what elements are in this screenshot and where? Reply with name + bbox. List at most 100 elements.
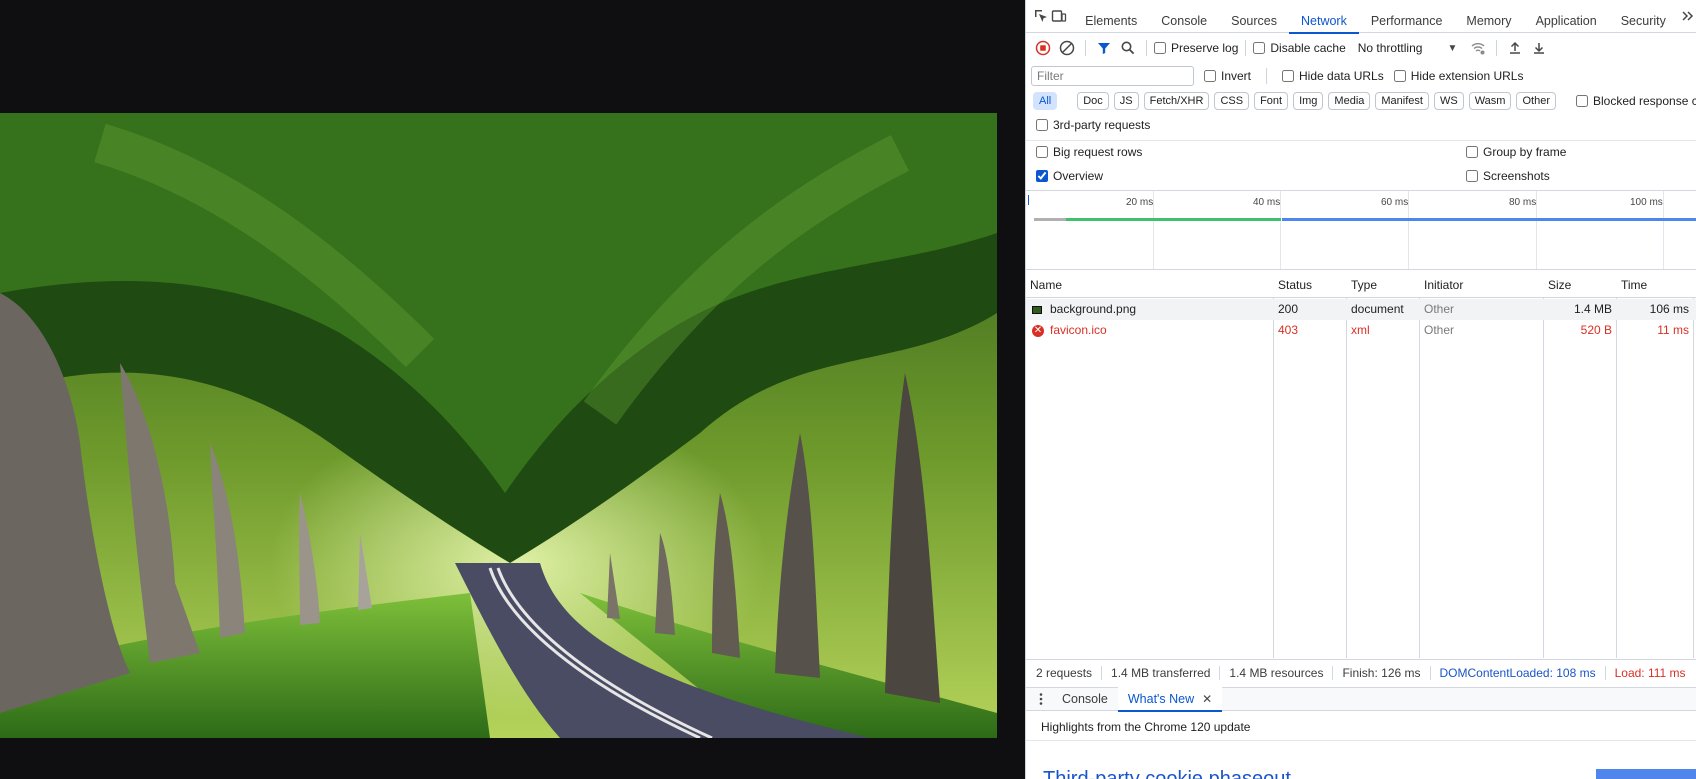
hide-extension-urls-input[interactable] [1393, 70, 1406, 82]
error-icon: ✕ [1032, 324, 1044, 337]
big-request-rows-input[interactable] [1036, 146, 1048, 158]
network-overview-timeline[interactable]: 20 ms 40 ms 60 ms 80 ms 100 ms [1026, 190, 1696, 270]
request-name: background.png [1050, 302, 1137, 316]
tab-security[interactable]: Security [1609, 0, 1678, 33]
third-party-input[interactable] [1036, 119, 1048, 131]
filter-funnel-icon[interactable] [1093, 37, 1115, 59]
network-summary-bar: 2 requests 1.4 MB transferred 1.4 MB res… [1026, 659, 1696, 686]
disable-cache-input[interactable] [1253, 42, 1266, 54]
preserve-log-checkbox[interactable]: Preserve log [1154, 41, 1238, 55]
export-har-icon[interactable] [1528, 37, 1550, 59]
type-chip-ws[interactable]: WS [1433, 92, 1464, 110]
invert-label: Invert [1221, 69, 1252, 83]
clear-icon[interactable] [1056, 37, 1078, 59]
device-toolbar-icon[interactable] [1050, 5, 1068, 27]
type-chip-manifest[interactable]: Manifest [1375, 92, 1429, 110]
group-by-frame-checkbox[interactable]: Group by frame [1466, 145, 1566, 159]
tab-sources[interactable]: Sources [1219, 0, 1289, 33]
invert-input[interactable] [1204, 70, 1216, 82]
toolbar-divider [1085, 40, 1086, 56]
screenshots-input[interactable] [1466, 170, 1478, 182]
drawer-tab-whats-new-label: What's New [1127, 692, 1195, 706]
more-tabs-icon[interactable] [1678, 5, 1696, 27]
header-status[interactable]: Status [1274, 272, 1346, 298]
whats-new-highlights: Highlights from the Chrome 120 update [1041, 720, 1251, 734]
big-request-rows-checkbox[interactable]: Big request rows [1036, 145, 1142, 159]
row-name-cell: ✕ favicon.ico [1026, 320, 1273, 341]
third-party-row: 3rd-party requests [1026, 114, 1696, 136]
displayed-image [0, 113, 997, 738]
network-conditions-icon[interactable] [1467, 37, 1489, 59]
whats-new-thumbnail [1596, 769, 1696, 779]
type-chip-font[interactable]: Font [1254, 92, 1289, 110]
hide-extension-urls-checkbox[interactable]: Hide extension URLs [1393, 69, 1523, 83]
disable-cache-checkbox[interactable]: Disable cache [1253, 41, 1346, 55]
tree-tunnel-photo [0, 113, 997, 738]
request-status: 403 [1278, 323, 1299, 337]
blocked-cookies-input[interactable] [1575, 95, 1588, 107]
throttling-value: No throttling [1357, 41, 1423, 55]
drawer-tab-whats-new[interactable]: What's New ✕ [1117, 687, 1223, 712]
overview-checkbox[interactable]: Overview [1036, 169, 1142, 183]
header-name[interactable]: Name [1026, 272, 1273, 298]
table-row[interactable]: ✕ favicon.ico 403 xml Other 520 B 11 ms [1026, 320, 1696, 341]
drawer-tab-console[interactable]: Console [1052, 687, 1118, 711]
type-chip-fetch-xhr[interactable]: Fetch/XHR [1143, 92, 1210, 110]
overview-gridline [1663, 191, 1664, 269]
request-time: 11 ms [1657, 323, 1689, 337]
filter-input[interactable] [1031, 66, 1194, 86]
record-stop-icon[interactable] [1032, 37, 1054, 59]
type-chip-media[interactable]: Media [1328, 92, 1371, 110]
drawer-tab-bar: Console What's New ✕ [1026, 687, 1696, 712]
tab-memory[interactable]: Memory [1454, 0, 1523, 33]
hide-data-urls-input[interactable] [1282, 70, 1295, 82]
close-icon[interactable]: ✕ [1202, 687, 1212, 711]
preserve-log-input[interactable] [1154, 42, 1166, 54]
tab-application[interactable]: Application [1524, 0, 1609, 33]
big-request-rows-label: Big request rows [1053, 145, 1143, 159]
request-name: favicon.ico [1050, 323, 1107, 337]
overview-tick-label: 80 ms [1509, 197, 1537, 208]
blocked-cookies-label: Blocked response cookies [1592, 94, 1696, 108]
type-chip-js[interactable]: JS [1113, 92, 1139, 110]
image-viewer [0, 0, 1025, 779]
hide-data-urls-label: Hide data URLs [1299, 69, 1384, 83]
invert-checkbox[interactable]: Invert [1204, 69, 1251, 83]
toolbar-divider [1146, 40, 1147, 56]
drawer-menu-icon[interactable] [1030, 688, 1052, 710]
whats-new-panel: Highlights from the Chrome 120 update Th… [1026, 712, 1696, 779]
type-chip-img[interactable]: Img [1293, 92, 1324, 110]
screenshots-checkbox[interactable]: Screenshots [1466, 169, 1566, 183]
tab-elements[interactable]: Elements [1073, 0, 1149, 33]
type-chip-doc[interactable]: Doc [1077, 92, 1109, 110]
inspect-element-icon[interactable] [1032, 5, 1050, 27]
resource-type-filters: All Doc JS Fetch/XHR CSS Font Img Media … [1026, 89, 1696, 113]
whats-new-heading[interactable]: Third-party cookie phaseout [1043, 768, 1291, 779]
header-initiator[interactable]: Initiator [1420, 272, 1543, 298]
group-by-frame-label: Group by frame [1483, 145, 1567, 159]
type-chip-other[interactable]: Other [1516, 92, 1556, 110]
header-size[interactable]: Size [1544, 272, 1616, 298]
search-icon[interactable] [1117, 37, 1139, 59]
type-chip-wasm[interactable]: Wasm [1468, 92, 1512, 110]
request-size: 520 B [1580, 323, 1612, 337]
third-party-checkbox[interactable]: 3rd-party requests [1036, 118, 1150, 132]
tab-performance[interactable]: Performance [1359, 0, 1455, 33]
overview-cursor [1028, 195, 1029, 205]
dropdown-arrow-icon: ▼ [1447, 42, 1458, 54]
header-time[interactable]: Time [1617, 272, 1693, 298]
table-row[interactable]: background.png 200 document Other 1.4 MB… [1026, 299, 1696, 320]
overview-input[interactable] [1036, 170, 1048, 182]
hide-data-urls-checkbox[interactable]: Hide data URLs [1282, 69, 1384, 83]
disable-cache-label: Disable cache [1270, 41, 1346, 55]
throttling-select[interactable]: No throttling ▼ [1358, 41, 1458, 55]
blocked-cookies-checkbox[interactable]: Blocked response cookies [1575, 94, 1696, 108]
requests-table: Name Status Type Initiator Size Time bac… [1026, 272, 1696, 658]
type-chip-all[interactable]: All [1033, 92, 1058, 110]
tab-console[interactable]: Console [1149, 0, 1219, 33]
group-by-frame-input[interactable] [1466, 146, 1478, 158]
header-type[interactable]: Type [1347, 272, 1419, 298]
type-chip-css[interactable]: CSS [1214, 92, 1250, 110]
import-har-icon[interactable] [1504, 37, 1526, 59]
tab-network[interactable]: Network [1289, 0, 1359, 34]
